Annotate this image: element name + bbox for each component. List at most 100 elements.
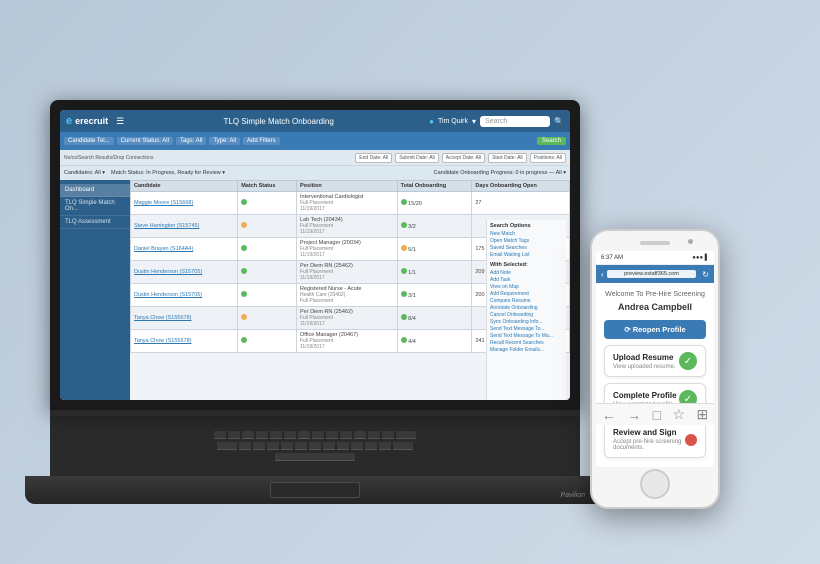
panel-add-req[interactable]: Add Requirement bbox=[490, 291, 563, 297]
key bbox=[354, 431, 366, 439]
sidebar-dashboard[interactable]: Dashboard bbox=[60, 184, 130, 197]
step-upload-resume[interactable]: Upload Resume View uploaded resume. ✓ bbox=[604, 345, 706, 377]
filter-submit-date[interactable]: Submit Date: All bbox=[395, 153, 439, 163]
cell-position: Per Diem RN (25462)Full Placement11/19/2… bbox=[296, 307, 397, 330]
col-match-status: Match Status bbox=[238, 181, 297, 192]
dropdown-icon[interactable]: ▾ bbox=[472, 117, 476, 126]
panel-send-text[interactable]: Send Text Message To... bbox=[490, 326, 563, 332]
cell-match-status bbox=[238, 284, 297, 307]
menu-icon[interactable]: ☰ bbox=[116, 116, 124, 127]
panel-email-waiting[interactable]: Email Waiting List bbox=[490, 252, 563, 258]
cell-total: 5/1 bbox=[397, 238, 472, 261]
col-total-onboarding: Total Onboarding bbox=[397, 181, 472, 192]
panel-sync[interactable]: Sync Onboarding Info... bbox=[490, 319, 563, 325]
cell-candidate[interactable]: Dustin Henderson (S15705) bbox=[131, 261, 238, 284]
logo-e: e bbox=[66, 115, 72, 127]
step-upload-info: Upload Resume View uploaded resume. bbox=[613, 353, 679, 370]
user-name: Tim Quirk bbox=[438, 118, 468, 125]
filter-end-date[interactable]: End Date: All bbox=[355, 153, 392, 163]
check-icon-upload: ✓ bbox=[679, 352, 697, 370]
cell-candidate[interactable]: Steve Harrington (S15745) bbox=[131, 215, 238, 238]
with-selected-section: With Selected: Add Note Add Task View on… bbox=[490, 262, 563, 353]
step-upload-sub: View uploaded resume. bbox=[613, 364, 679, 370]
cell-total: 15/20 bbox=[397, 192, 472, 215]
filter-label: No/cs/Search Results/Drop Connections bbox=[64, 155, 154, 161]
panel-open-match-tags[interactable]: Open Match Tags bbox=[490, 238, 563, 244]
onboarding-progress-label: Candidate Onboarding Progress: 0 in prog… bbox=[434, 170, 566, 176]
key bbox=[298, 431, 310, 439]
laptop-bezel: e erecruit ☰ TLQ Simple Match Onboarding… bbox=[50, 100, 580, 410]
col-days-open: Days Onboarding Open bbox=[472, 181, 570, 192]
key-row-2 bbox=[217, 442, 413, 450]
search-box[interactable]: Search bbox=[480, 116, 550, 127]
filter-add[interactable]: Add Filters bbox=[243, 137, 280, 145]
panel-new-match[interactable]: New Match bbox=[490, 231, 563, 237]
key bbox=[270, 431, 282, 439]
filter-candidate[interactable]: Candidate Tel... bbox=[64, 137, 114, 145]
search-icon[interactable]: 🔍 bbox=[554, 117, 564, 126]
panel-view-map[interactable]: View on Map bbox=[490, 284, 563, 290]
phone-signal: ●●● ▌ bbox=[692, 255, 709, 261]
nav-bookmark-icon[interactable]: ☆ bbox=[673, 406, 686, 423]
cell-days: 27 bbox=[472, 192, 570, 215]
url-bar[interactable]: preview.estaff365.com bbox=[607, 270, 697, 278]
match-status-label: Match Status: In Progress, Ready for Rev… bbox=[111, 170, 225, 176]
nav-share-icon[interactable]: □ bbox=[653, 407, 661, 423]
panel-saved-searches[interactable]: Saved Searches bbox=[490, 245, 563, 251]
filter-type[interactable]: Type: All bbox=[209, 137, 240, 145]
cell-candidate[interactable]: Dustin Henderson (S15705) bbox=[131, 284, 238, 307]
user-icon: ● bbox=[429, 117, 434, 126]
nav-back-icon[interactable]: ← bbox=[602, 407, 616, 423]
phone-nav-bar: ‹ preview.estaff365.com ↻ bbox=[596, 265, 714, 283]
cell-candidate[interactable]: Tanya Chow (S155678) bbox=[131, 330, 238, 353]
cell-position: Lab Tech (20434)Full Placement11/19/2017 bbox=[296, 215, 397, 238]
cell-match-status bbox=[238, 215, 297, 238]
nav-forward-icon[interactable]: → bbox=[627, 407, 641, 423]
cell-candidate[interactable]: Daniel Brayan (S164A4) bbox=[131, 238, 238, 261]
search-options-title: Search Options bbox=[490, 223, 563, 229]
panel-send-text2[interactable]: Send Text Message To Ma... bbox=[490, 333, 563, 339]
panel-compare-resume[interactable]: Compare Resume bbox=[490, 298, 563, 304]
cell-position: Per Diem RN (25462)Full Placement11/19/2… bbox=[296, 261, 397, 284]
step-review-sign[interactable]: Review and Sign Accept pre-hire screenin… bbox=[604, 421, 706, 458]
logo-text: erecruit bbox=[75, 116, 108, 126]
key bbox=[340, 431, 352, 439]
reload-icon[interactable]: ↻ bbox=[702, 270, 709, 279]
col-position: Position bbox=[296, 181, 397, 192]
phone-welcome-text: Welcome To Pre-Hire Screening bbox=[604, 291, 706, 298]
key bbox=[312, 431, 324, 439]
search-button[interactable]: Search bbox=[537, 137, 566, 145]
cell-candidate[interactable]: Tanya Chow (S155678) bbox=[131, 307, 238, 330]
filter-positions[interactable]: Positions: All bbox=[530, 153, 566, 163]
cell-position: Office Manager (20467)Full Placement11/1… bbox=[296, 330, 397, 353]
sidebar-tlq-assessment[interactable]: TLQ Assessment bbox=[60, 216, 130, 229]
nav-tabs-icon[interactable]: ⊞ bbox=[697, 406, 709, 423]
filter-accept-date[interactable]: Accept Date: All bbox=[442, 153, 485, 163]
cell-candidate[interactable]: Maggie Moore (S15668) bbox=[131, 192, 238, 215]
filter-start-date[interactable]: Start Date: All bbox=[488, 153, 527, 163]
panel-add-task[interactable]: Add Task bbox=[490, 277, 563, 283]
filter-tags[interactable]: Tags: All bbox=[176, 137, 206, 145]
panel-add-note[interactable]: Add Note bbox=[490, 270, 563, 276]
back-icon[interactable]: ‹ bbox=[601, 270, 604, 279]
key bbox=[396, 431, 416, 439]
panel-annotate[interactable]: Annotate Onboarding bbox=[490, 305, 563, 311]
key bbox=[351, 442, 363, 450]
key bbox=[267, 442, 279, 450]
panel-cancel[interactable]: Cancel Onboarding bbox=[490, 312, 563, 318]
step-profile-title: Complete Profile bbox=[613, 391, 679, 400]
step-review-sub: Accept pre-hire screening documents. bbox=[613, 439, 685, 451]
reopen-profile-button[interactable]: ⟳ Reopen Profile bbox=[604, 320, 706, 339]
filter-status[interactable]: Current Status: All bbox=[117, 137, 173, 145]
panel-manage-folder[interactable]: Manage Folder Emails... bbox=[490, 347, 563, 353]
laptop-screen: e erecruit ☰ TLQ Simple Match Onboarding… bbox=[60, 110, 570, 400]
panel-recall[interactable]: Recall Recent Searches bbox=[490, 340, 563, 346]
cell-match-status bbox=[238, 307, 297, 330]
key-row-3 bbox=[275, 453, 355, 461]
sidebar-tlq-simple[interactable]: TLQ Simple Match On... bbox=[60, 197, 130, 216]
phone-home-button[interactable] bbox=[640, 469, 670, 499]
cell-total: 4/4 bbox=[397, 330, 472, 353]
phone-bottom-nav: ← → □ ☆ ⊞ bbox=[596, 403, 714, 425]
trackpad[interactable] bbox=[270, 482, 360, 498]
keyboard bbox=[50, 416, 580, 476]
